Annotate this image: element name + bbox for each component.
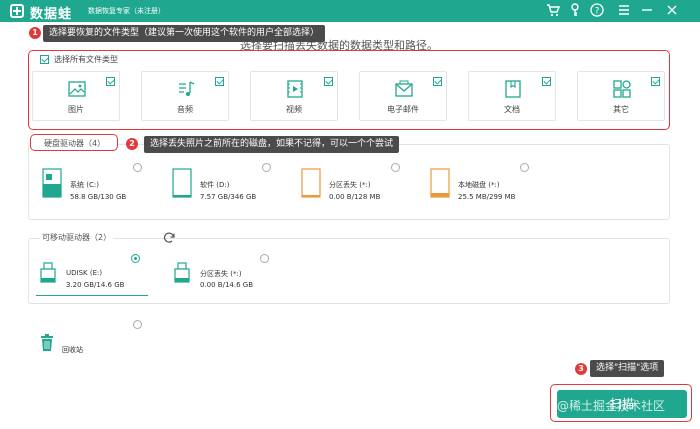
other-checkbox[interactable] [651,77,660,86]
drive-item-d[interactable]: 软件 (D:) 7.57 GB/346 GB [172,168,282,212]
file-type-card-documents[interactable]: 文档 [468,71,556,121]
documents-checkbox[interactable] [542,77,551,86]
file-type-card-email[interactable]: 电子邮件 [359,71,447,121]
lost-partition-size: 0.00 B/128 MB [329,193,381,201]
local-disk-radio[interactable] [520,163,529,172]
drive-icon [172,168,192,198]
usb-lost-partition-size: 0.00 B/14.6 GB [200,281,254,289]
file-type-card-video[interactable]: 视频 [250,71,338,121]
usb-lost-partition-name: 分区丢失 (*:) [200,270,242,278]
callout-text-1: 选择要恢复的文件类型（建议第一次使用这个软件的用户全部选择） [43,25,326,42]
select-all-file-types[interactable]: 选择所有文件类型 [40,54,118,65]
video-icon [285,79,305,99]
email-icon [394,79,414,99]
close-icon[interactable] [664,3,680,19]
audio-checkbox[interactable] [215,77,224,86]
callout-number-3: 3 [575,363,587,375]
drive-d-size: 7.57 GB/346 GB [200,193,257,201]
file-type-card-audio[interactable]: 音频 [141,71,229,121]
recycle-bin-icon[interactable] [40,334,54,352]
drive-d-radio[interactable] [262,163,271,172]
document-icon [503,79,523,99]
help-icon[interactable]: ? [589,3,605,19]
key-icon[interactable] [567,3,583,19]
drive-item-lost-partition[interactable]: 分区丢失 (*:) 0.00 B/128 MB [301,168,411,212]
video-label: 视频 [286,105,302,114]
usb-lost-partition-radio[interactable] [260,254,269,263]
callout-number-2: 2 [126,138,138,150]
image-icon [67,79,87,99]
lost-partition-icon [301,168,321,198]
local-disk-size: 25.5 MB/299 MB [458,193,516,201]
images-checkbox[interactable] [106,77,115,86]
file-type-card-images[interactable]: 图片 [32,71,120,121]
cart-icon[interactable] [545,3,561,19]
brand-name: 数据蛙 [30,7,73,22]
music-icon [176,79,196,99]
callout-text-3: 选择"扫描"选项 [590,360,665,377]
svg-text:?: ? [595,7,600,17]
local-disk-name: 本地磁盘 (*:) [458,181,500,189]
removable-drive-title: 可移动驱动器（2） [40,232,114,243]
images-label: 图片 [68,105,84,114]
audio-label: 音频 [177,105,193,114]
minimize-icon[interactable] [639,3,655,19]
udisk-radio[interactable] [131,254,140,263]
usb-icon [38,262,58,292]
email-label: 电子邮件 [387,105,419,114]
recycle-bin-label: 回收站 [62,346,83,354]
file-type-card-other[interactable]: 其它 [577,71,665,121]
drive-d-name: 软件 (D:) [200,181,230,189]
drive-item-udisk[interactable]: UDISK (E:) 3.20 GB/14.6 GB [38,262,148,306]
menu-icon[interactable] [616,3,632,19]
callout-number-1: 1 [29,27,41,39]
select-all-checkbox[interactable] [40,55,49,64]
email-checkbox[interactable] [433,77,442,86]
select-all-label: 选择所有文件类型 [54,55,118,64]
other-label: 其它 [613,105,629,114]
lost-partition-radio[interactable] [391,163,400,172]
lost-partition-name: 分区丢失 (*:) [329,181,371,189]
refresh-icon[interactable] [162,231,176,245]
video-checkbox[interactable] [324,77,333,86]
hard-drive-title: 硬盘驱动器（4） [44,139,106,148]
drive-item-c[interactable]: 系统 (C:) 58.8 GB/130 GB [42,168,152,212]
drive-c-size: 58.8 GB/130 GB [70,193,127,201]
recycle-bin-radio[interactable] [133,320,142,329]
scan-button[interactable]: 扫描 [557,390,687,418]
usb-icon [172,262,192,292]
drive-item-usb-lost-partition[interactable]: 分区丢失 (*:) 0.00 B/14.6 GB [172,262,282,306]
documents-label: 文档 [504,105,520,114]
drive-c-name: 系统 (C:) [70,181,99,189]
other-icon [612,79,632,99]
logo-icon [10,4,24,18]
local-disk-icon [430,168,450,198]
udisk-selected-underline [36,295,148,296]
drive-c-radio[interactable] [133,163,142,172]
title-bar: 数据蛙 数据恢复专家（未注册） ? [0,0,700,22]
callout-text-2: 选择丢失照片之前所在的磁盘，如果不记得，可以一个个尝试 [144,136,400,153]
file-type-highlight [28,50,670,130]
drive-item-local-disk[interactable]: 本地磁盘 (*:) 25.5 MB/299 MB [430,168,540,212]
app-title: 数据恢复专家（未注册） [88,7,165,15]
udisk-name: UDISK (E:) [66,269,103,277]
udisk-size: 3.20 GB/14.6 GB [66,281,125,289]
system-drive-icon [42,168,62,198]
